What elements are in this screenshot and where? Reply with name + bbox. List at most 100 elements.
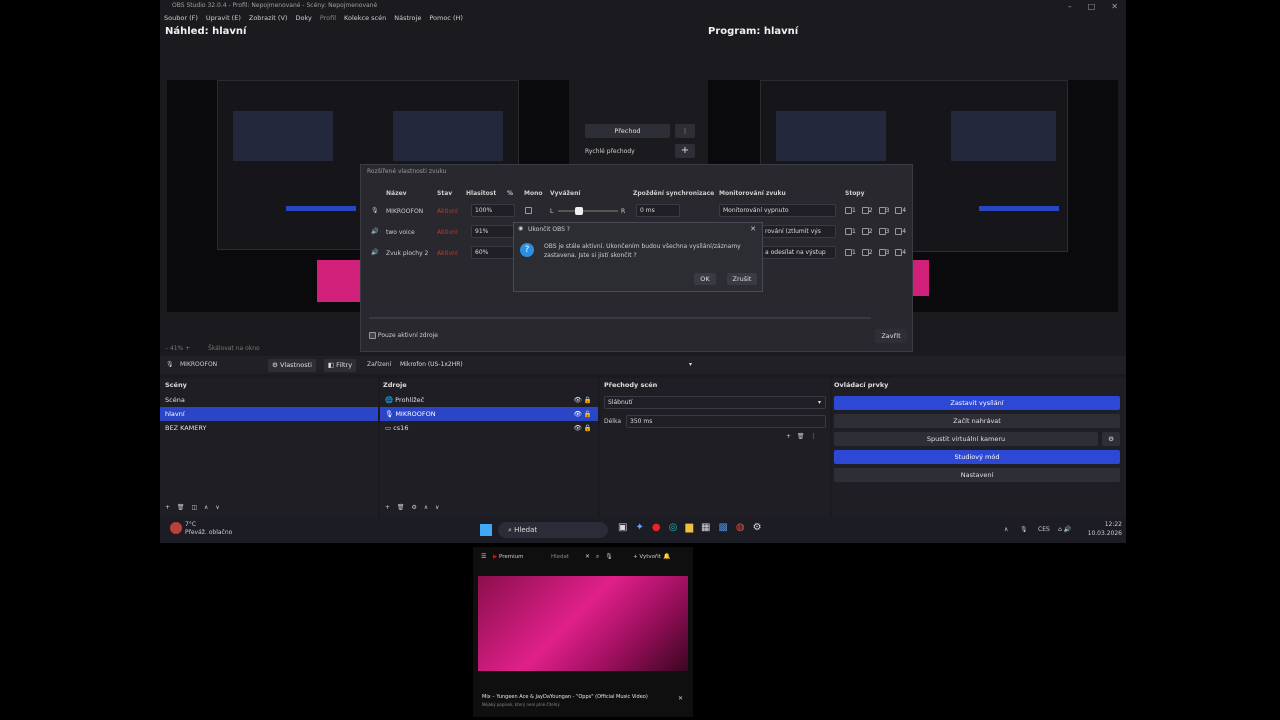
active-only-label: Pouze aktivní zdroje (377, 332, 438, 339)
language-indicator[interactable]: CES (1038, 526, 1050, 533)
controls-panel: Ovládací prvky Zastavit vysílání Začít n… (832, 378, 1126, 517)
menu-help[interactable]: Pomoc (H) (429, 12, 463, 24)
monitoring-dropdown[interactable]: rování (ztlumit výs (761, 225, 836, 238)
transition-button[interactable]: Přechod (585, 124, 670, 138)
tracks-row[interactable]: 1 2 3 4 (845, 207, 908, 214)
device-label: Zařízení (367, 361, 392, 368)
scenes-footer-toolbar[interactable]: + 🗑 ◫ ∧ ∨ (165, 504, 220, 511)
youtube-logo[interactable]: ▶ Premium (493, 554, 523, 560)
cancel-button[interactable]: Zrušit (727, 273, 757, 285)
photos-icon[interactable]: ▩ (718, 522, 727, 533)
mic-icon: 🎙 (385, 410, 396, 418)
monitoring-dropdown[interactable]: Monitorování vypnuto (719, 204, 836, 217)
preview-video-thumbnail (317, 260, 363, 302)
transition-type-dropdown[interactable]: Slábnutí ▾ (604, 396, 826, 409)
settings-button[interactable]: Nastavení (834, 468, 1120, 482)
menu-file[interactable]: Soubor (F) (164, 12, 198, 24)
video-title[interactable]: Mix – Yungeen Ace & JayDaYoungan - "Opps… (482, 694, 672, 700)
video-player[interactable] (478, 576, 688, 671)
transitions-panel: Přechody scén Slábnutí ▾ Délka 350 ms + 🗑… (600, 378, 830, 517)
chrome-icon[interactable]: ◍ (736, 522, 745, 533)
audio-row-state[interactable]: Aktivní (437, 229, 458, 236)
explorer-icon[interactable]: ▆ (685, 522, 693, 533)
volume-spinbox[interactable]: 91% (471, 225, 515, 238)
device-dropdown[interactable]: Mikrofon (US-1x2HR) ▾ (397, 359, 697, 372)
minimize-button[interactable]: – (1068, 2, 1072, 11)
youtube-create[interactable]: + Vytvořit (633, 554, 661, 560)
windows-start-icon[interactable] (480, 524, 492, 536)
clock-date[interactable]: 10.03.2026 (1084, 530, 1122, 537)
transition-menu-icon[interactable]: ⋮ (675, 124, 695, 138)
zoom-control[interactable]: – 41% + (165, 345, 190, 352)
tracks-row[interactable]: 1 2 3 4 (845, 249, 908, 256)
sources-footer-toolbar[interactable]: + 🗑 ⚙ ∧ ∨ (385, 504, 439, 511)
monitor-icon: ▭ (385, 424, 394, 432)
video-subtitle: Nějaký popisek, který není plně čitelný (482, 702, 560, 707)
source-item-selected[interactable]: 🎙 MIKROOFON 👁 🔒 (380, 407, 598, 421)
menu-docks[interactable]: Doky (295, 12, 311, 24)
nested-selection-bar-2 (979, 206, 1059, 211)
close-miniplayer-icon[interactable]: ✕ (678, 695, 683, 702)
tray-network-speaker-icon[interactable]: ⌂ 🔊 (1058, 526, 1071, 533)
maximize-button[interactable]: □ (1088, 2, 1096, 11)
close-audio-dialog-button[interactable]: Zavřít (875, 329, 907, 343)
obs-taskbar-icon[interactable]: ⚙ (753, 522, 762, 533)
transition-tools[interactable]: + 🗑 ⋮ (786, 433, 816, 440)
hamburger-icon[interactable]: ☰ (481, 553, 486, 560)
window-title: OBS Studio 32.0.4 - Profil: Nepojmenovan… (172, 2, 378, 9)
close-icon[interactable]: ✕ (750, 225, 756, 233)
menu-edit[interactable]: Upravit (E) (206, 12, 241, 24)
youtube-toolbar-icons[interactable]: ✕ ⌕ 🎙 (585, 553, 613, 561)
tray-chevron-icon[interactable]: ∧ (1004, 526, 1008, 533)
copilot-icon[interactable]: ✦ (635, 522, 643, 533)
filters-button[interactable]: ◧ Filtry (324, 359, 356, 372)
balance-handle[interactable] (575, 207, 583, 215)
horizontal-scrollbar[interactable] (369, 317, 871, 319)
scene-item[interactable]: Scéna (160, 393, 378, 407)
task-view-icon[interactable]: ▣ (618, 522, 627, 533)
tray-mic-icon[interactable]: 🎙 (1020, 526, 1028, 533)
scene-item-selected[interactable]: hlavní (160, 407, 378, 421)
menu-tools[interactable]: Nástroje (394, 12, 421, 24)
menu-profile[interactable]: Profil (320, 12, 336, 24)
properties-button[interactable]: ⚙ Vlastnosti (268, 359, 316, 372)
edge-icon[interactable]: ◎ (669, 522, 678, 533)
mono-checkbox[interactable] (525, 207, 532, 214)
sync-offset-spinbox[interactable]: 0 ms (636, 204, 680, 217)
volume-spinbox[interactable]: 60% (471, 246, 515, 259)
source-item[interactable]: 🌐 Prohlížeč 👁 🔒 (380, 393, 598, 407)
source-item[interactable]: ▭ cs16 👁 🔒 (380, 421, 598, 435)
scene-item[interactable]: BEZ KAMERY (160, 421, 378, 435)
ok-button[interactable]: OK (694, 273, 716, 285)
virtual-camera-settings-icon[interactable]: ⚙ (1102, 432, 1120, 446)
start-virtual-camera-button[interactable]: Spustit virtuální kameru (834, 432, 1098, 446)
scale-dropdown[interactable]: Škálovat na okno (208, 345, 260, 352)
stop-streaming-button[interactable]: Zastavit vysílání (834, 396, 1120, 410)
menu-view[interactable]: Zobrazit (V) (249, 12, 288, 24)
balance-slider[interactable] (558, 207, 618, 215)
add-quick-transition-icon[interactable]: + (675, 144, 695, 158)
audio-row-state[interactable]: Aktivní (437, 250, 458, 257)
studio-mode-button[interactable]: Studiový mód (834, 450, 1120, 464)
store-icon[interactable]: ▦ (701, 522, 710, 533)
mic-icon: 🎙 (371, 207, 379, 214)
clock-time[interactable]: 12:22 (1084, 521, 1122, 528)
menu-scene-collection[interactable]: Kolekce scén (344, 12, 386, 24)
youtube-notifications-icon[interactable]: 🔔 (663, 553, 670, 560)
duration-spinbox[interactable]: 350 ms (626, 415, 826, 428)
active-only-checkbox[interactable]: Pouze aktivní zdroje (369, 332, 438, 339)
tracks-row[interactable]: 1 2 3 4 (845, 228, 908, 235)
volume-spinbox[interactable]: 100% (471, 204, 515, 217)
nested-preview-2 (776, 111, 886, 161)
taskbar-search[interactable]: ⌕ Hledat (498, 522, 608, 538)
col-mono: Mono (524, 190, 543, 197)
start-recording-button[interactable]: Začít nahrávat (834, 414, 1120, 428)
youtube-search[interactable]: Hledat (551, 554, 569, 560)
close-window-button[interactable]: ✕ (1111, 2, 1118, 11)
record-icon[interactable]: ● (652, 522, 661, 533)
monitoring-dropdown[interactable]: a odesílat na výstup (761, 246, 836, 259)
window-controls: – □ ✕ (1068, 0, 1118, 12)
weather-icon (170, 522, 182, 534)
audio-row-state[interactable]: Aktivní (437, 208, 458, 215)
weather-desc: Převáž. oblačno (185, 529, 233, 536)
